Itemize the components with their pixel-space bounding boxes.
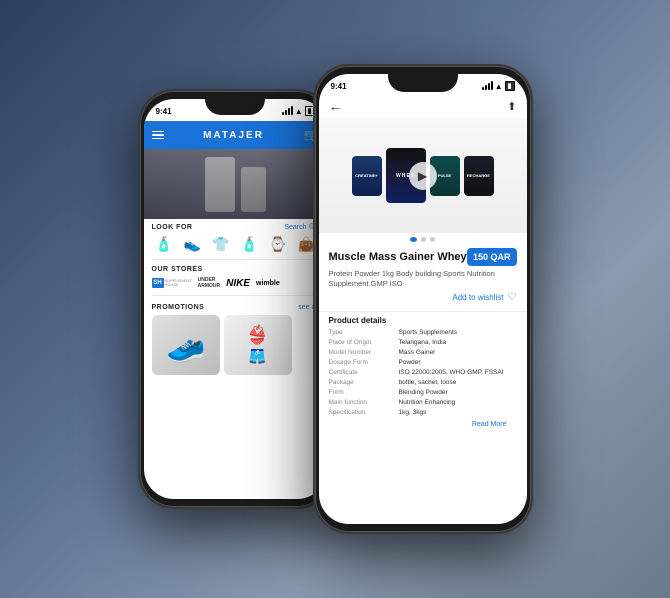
stores-header: OUR STORES	[144, 262, 327, 275]
category-shoe[interactable]: 👟	[184, 236, 201, 253]
detail-key: Dosage Form	[329, 359, 399, 366]
heart-icon[interactable]: ♡	[508, 292, 517, 303]
detail-key: Place of Origin	[329, 339, 399, 346]
can-recharge: RECHARGE	[464, 156, 494, 196]
stores-title: OUR STORES	[152, 266, 203, 273]
category-icons: 🧴 👟 👕 🧴 ⌚ 👜	[144, 234, 327, 257]
dot-3	[430, 237, 435, 242]
detail-row: TypeSports Supplements	[329, 328, 517, 338]
look-for-title: LOOK FOR	[152, 224, 193, 231]
add-to-wishlist[interactable]: Add to wishlist	[452, 293, 503, 302]
hero-content	[144, 149, 327, 219]
promo-outfit[interactable]: 👙 🩳	[224, 315, 292, 375]
read-more-link[interactable]: Read More	[329, 418, 517, 431]
promotions-title: PROMOTIONS	[152, 304, 205, 311]
product-details-section: Product details TypeSports SupplementsPl…	[319, 311, 527, 431]
detail-key: Form	[329, 389, 399, 396]
detail-value: ISO 22000:2005, WHO GMP, FSSAI	[399, 369, 504, 376]
detail-value: Nutrition Enhancing	[399, 399, 456, 406]
promo-shoe[interactable]: 👟	[152, 315, 220, 375]
wifi-icon: ▲	[295, 107, 303, 116]
detail-key: Package	[329, 379, 399, 386]
detail-key: Model Number	[329, 349, 399, 356]
hero-banner	[144, 149, 327, 219]
store-wimble[interactable]: wimble	[256, 280, 280, 287]
detail-row: Packagebottle, sachet, loose	[329, 378, 517, 388]
detail-row: FormBlending Powder	[329, 388, 517, 398]
detail-value: Mass Gainer	[399, 349, 436, 356]
store-underarmour[interactable]: UNDERARMOUR	[198, 277, 221, 289]
right-status-icons: ▲ ▮	[482, 81, 515, 91]
right-battery-icon: ▮	[505, 81, 515, 91]
detail-row: Dosage FormPowder	[329, 358, 517, 368]
details-list: TypeSports SupplementsPlace of OriginTel…	[329, 328, 517, 418]
left-notch	[205, 99, 265, 115]
detail-key: Type	[329, 329, 399, 336]
detail-value: Blending Powder	[399, 389, 448, 396]
category-bottle[interactable]: 🧴	[155, 236, 172, 253]
app-logo: MATAJER	[203, 130, 264, 141]
divider-2	[152, 295, 319, 296]
phones-container: 9:41 ▲ ▮	[0, 0, 670, 598]
detail-value: Powder	[399, 359, 421, 366]
detail-key: Main function	[329, 399, 399, 406]
detail-value: Sports Supplements	[399, 329, 458, 336]
left-phone-screen: 9:41 ▲ ▮	[144, 99, 327, 499]
signal-icon	[282, 107, 293, 115]
detail-value: 1kg, 3kgs	[399, 409, 427, 416]
shorts-icon: 🩳	[249, 348, 266, 365]
category-shirt[interactable]: 👕	[212, 236, 229, 253]
hamburger-icon[interactable]	[152, 131, 164, 140]
store-sh[interactable]: SH SUPPLEMENTHOUSE	[152, 278, 192, 288]
right-wifi-icon: ▲	[495, 82, 503, 91]
detail-row: CertificateISO 22000:2005, WHO GMP, FSSA…	[329, 368, 517, 378]
right-phone-screen: 9:41 ▲ ▮ ← ⬆	[319, 74, 527, 524]
detail-value: bottle, sachet, loose	[399, 379, 457, 386]
right-notch	[388, 74, 458, 92]
detail-value: Telangana, India	[399, 339, 447, 346]
dot-1	[410, 237, 417, 242]
price-badge: 150 QAR	[467, 248, 517, 266]
store-nike[interactable]: NIKE	[226, 278, 250, 289]
detail-row: Specification1kg, 3kgs	[329, 408, 517, 418]
right-top-bar: ← ⬆	[319, 96, 527, 118]
left-header: MATAJER 🛒	[144, 121, 327, 149]
detail-row: Place of OriginTelangana, India	[329, 338, 517, 348]
stores-row: SH SUPPLEMENTHOUSE UNDERARMOUR NIKE wimb…	[144, 275, 327, 293]
detail-row: Main functionNutrition Enhancing	[329, 398, 517, 408]
left-status-icons: ▲ ▮	[282, 106, 315, 116]
left-phone: 9:41 ▲ ▮	[138, 89, 333, 509]
detail-row: Model NumberMass Gainer	[329, 348, 517, 358]
product-image-area: CREATINE+ WHEY PULSE RECHARGE ▶	[319, 118, 527, 233]
can-creatine: CREATINE+	[352, 156, 382, 196]
left-time: 9:41	[156, 107, 172, 116]
promo-images: 👟 👙 🩳	[144, 313, 327, 377]
promotions-section: PROMOTIONS see all 👟 👙 🩳	[144, 298, 327, 377]
back-button[interactable]: ←	[329, 98, 343, 114]
product-info: Muscle Mass Gainer Whey 150 QAR Protein …	[319, 244, 527, 311]
look-for-header: LOOK FOR Search 🔍	[144, 219, 327, 234]
category-perfume[interactable]: 🧴	[241, 236, 258, 253]
outfit-icon: 👙	[246, 325, 268, 346]
right-phone: 9:41 ▲ ▮ ← ⬆	[313, 64, 533, 534]
category-watch[interactable]: ⌚	[269, 236, 286, 253]
detail-key: Certificate	[329, 369, 399, 376]
promotions-header: PROMOTIONS see all	[144, 300, 327, 313]
search-label: Search	[284, 224, 306, 231]
divider-1	[152, 259, 319, 260]
dot-2	[421, 237, 426, 242]
detail-key: Specification	[329, 409, 399, 416]
share-button[interactable]: ⬆	[507, 100, 516, 113]
product-name: Muscle Mass Gainer Whey	[329, 251, 467, 263]
play-button[interactable]: ▶	[409, 162, 437, 190]
product-name-row: Muscle Mass Gainer Whey 150 QAR	[329, 248, 517, 266]
product-description: Protein Powder 1kg Body building Sports …	[329, 269, 517, 289]
right-time: 9:41	[331, 82, 347, 91]
image-dots	[319, 233, 527, 244]
shoe-icon: 👟	[166, 326, 206, 364]
wishlist-row: Add to wishlist ♡	[329, 292, 517, 303]
product-details-title: Product details	[329, 312, 517, 328]
